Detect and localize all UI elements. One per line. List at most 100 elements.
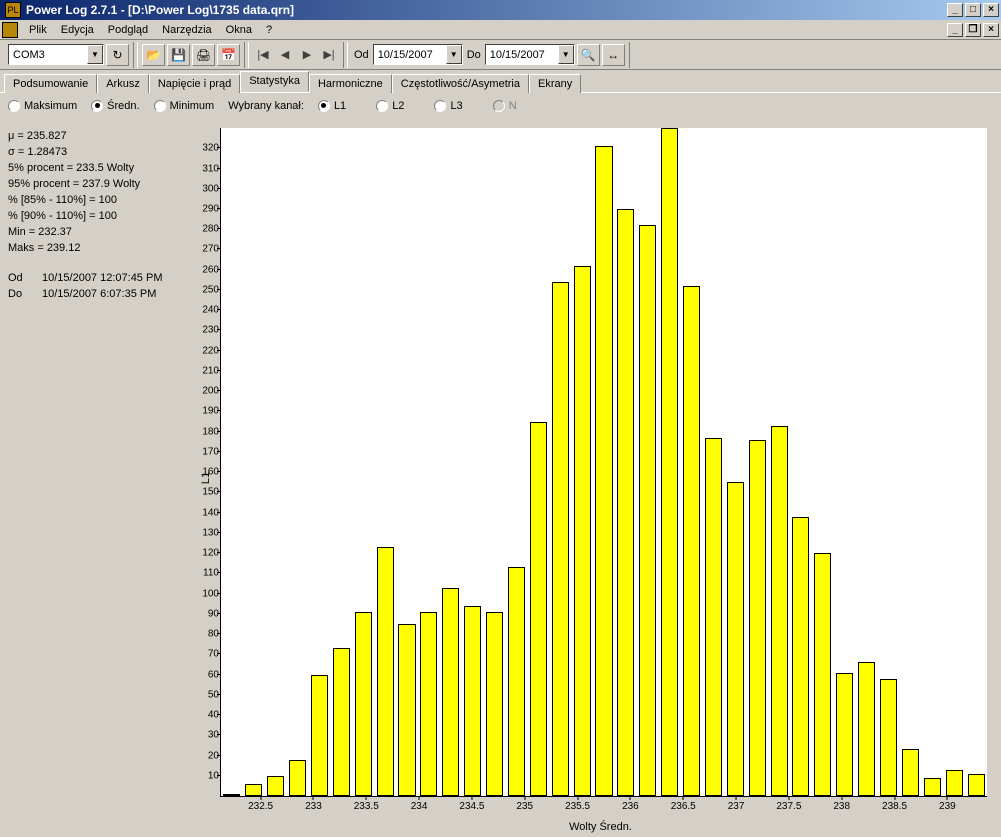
save-icon: 💾 (171, 48, 186, 62)
menu-okna[interactable]: Okna (219, 22, 259, 38)
chart-bar (836, 673, 853, 796)
x-tick-label: 234.5 (459, 801, 484, 812)
do-label: Do (465, 49, 483, 61)
date-od-combo[interactable]: ▼ (373, 44, 463, 65)
tab-podsumowanie[interactable]: Podsumowanie (4, 74, 97, 93)
chart-xlabel: Wolty Średn. (569, 821, 632, 833)
chart-bar (464, 606, 481, 796)
tab-czestotliwosc[interactable]: Częstotliwość/Asymetria (392, 74, 529, 93)
window-title: Power Log 2.7.1 - [D:\Power Log\1735 dat… (24, 3, 947, 17)
calendar-button[interactable]: 📅 (217, 44, 240, 66)
date-do-combo[interactable]: ▼ (485, 44, 575, 65)
nav-group: |◀ ◀ ▶ ▶| (248, 42, 344, 68)
y-tick-label: 20 (193, 750, 219, 761)
y-tick-label: 150 (193, 487, 219, 498)
content-area: μ = 235.827 σ = 1.28473 5% procent = 233… (0, 118, 1001, 837)
port-combo-dropdown[interactable]: ▼ (87, 45, 103, 64)
od-label: Od (352, 49, 371, 61)
zoom-icon: 🔍 (581, 48, 596, 62)
options-panel: Maksimum Średn. Minimum Wybrany kanał: L… (0, 92, 1001, 118)
menu-narzedzia[interactable]: Narzędzia (155, 22, 219, 38)
tab-napiecie[interactable]: Napięcie i prąd (149, 74, 240, 93)
chart-bar (946, 770, 963, 796)
radio-icon (154, 100, 166, 112)
y-tick-label: 130 (193, 527, 219, 538)
date-do-dropdown[interactable]: ▼ (558, 45, 574, 64)
port-combo[interactable]: ▼ (8, 44, 104, 65)
channel-l1[interactable]: L1 (318, 100, 346, 112)
tab-harmoniczne[interactable]: Harmoniczne (309, 74, 392, 93)
mdi-close-button[interactable]: × (983, 23, 999, 37)
chart-bar (377, 547, 394, 796)
menu-bar: Plik Edycja Podgląd Narzędzia Okna ? _ ❐… (0, 20, 1001, 40)
channel-label: Wybrany kanał: (228, 100, 304, 112)
channel-l3[interactable]: L3 (434, 100, 462, 112)
mode-label: Średn. (107, 100, 139, 112)
channel-option: L1 (334, 100, 346, 112)
x-tick-label: 235 (516, 801, 533, 812)
y-tick-label: 80 (193, 629, 219, 640)
stat-pct90: % [90% - 110%] = 100 (8, 208, 192, 224)
chart-bar (486, 612, 503, 796)
channel-l2[interactable]: L2 (376, 100, 404, 112)
y-tick-label: 90 (193, 608, 219, 619)
chart-bar (420, 612, 437, 796)
calendar-icon: 📅 (221, 48, 236, 62)
mdi-minimize-button[interactable]: _ (947, 23, 963, 37)
tab-statystyka[interactable]: Statystyka (240, 71, 309, 92)
y-tick-label: 70 (193, 649, 219, 660)
date-od-input[interactable] (374, 45, 446, 64)
menu-podglad[interactable]: Podgląd (101, 22, 155, 38)
x-tick-label: 237 (728, 801, 745, 812)
zoom-button[interactable]: 🔍 (577, 44, 600, 66)
toolbar: ▼ ↻ 📂 💾 🖨 📅 |◀ ◀ ▶ ▶| Od ▼ Do ▼ 🔍 ↔ (0, 40, 1001, 70)
close-button[interactable]: × (983, 3, 999, 17)
nav-last-button[interactable]: ▶| (319, 44, 339, 66)
radio-icon (434, 100, 446, 112)
date-od-dropdown[interactable]: ▼ (446, 45, 462, 64)
range-button[interactable]: ↔ (602, 44, 625, 66)
menu-plik[interactable]: Plik (22, 22, 54, 38)
mode-sredn[interactable]: Średn. (91, 100, 139, 112)
y-tick-label: 230 (193, 325, 219, 336)
nav-prev-button[interactable]: ◀ (275, 44, 295, 66)
nav-first-button[interactable]: |◀ (253, 44, 273, 66)
chart-area: 1020304050607080901001101201301401501601… (220, 128, 987, 797)
chart-bar (398, 624, 415, 796)
y-tick-label: 30 (193, 730, 219, 741)
y-tick-label: 160 (193, 467, 219, 478)
radio-icon (493, 100, 505, 112)
mdi-buttons: _ ❐ × (947, 23, 999, 37)
maximize-button[interactable]: □ (965, 3, 981, 17)
reload-icon: ↻ (112, 48, 122, 62)
open-button[interactable]: 📂 (142, 44, 165, 66)
chart-bar (661, 128, 678, 796)
port-group: ▼ ↻ (4, 42, 134, 68)
port-combo-input[interactable] (9, 45, 87, 64)
stat-min: Min = 232.37 (8, 224, 192, 240)
x-tick-label: 233.5 (354, 801, 379, 812)
tab-arkusz[interactable]: Arkusz (97, 74, 149, 93)
chart-bar (924, 778, 941, 796)
window-buttons: _ □ × (947, 3, 999, 17)
stat-sigma: σ = 1.28473 (8, 144, 192, 160)
stat-pct85: % [85% - 110%] = 100 (8, 192, 192, 208)
tab-ekrany[interactable]: Ekrany (529, 74, 581, 93)
print-button[interactable]: 🖨 (192, 44, 215, 66)
minimize-button[interactable]: _ (947, 3, 963, 17)
mdi-restore-button[interactable]: ❐ (965, 23, 981, 37)
menu-help[interactable]: ? (259, 22, 279, 38)
y-tick-label: 290 (193, 203, 219, 214)
y-tick-label: 120 (193, 548, 219, 559)
chart-bar (617, 209, 634, 796)
chart-bar (245, 784, 262, 796)
nav-next-button[interactable]: ▶ (297, 44, 317, 66)
mode-minimum[interactable]: Minimum (154, 100, 215, 112)
radio-icon (8, 100, 20, 112)
save-button[interactable]: 💾 (167, 44, 190, 66)
mode-maksimum[interactable]: Maksimum (8, 100, 77, 112)
menu-edycja[interactable]: Edycja (54, 22, 101, 38)
reload-button[interactable]: ↻ (106, 44, 129, 66)
date-do-input[interactable] (486, 45, 558, 64)
radio-icon (376, 100, 388, 112)
